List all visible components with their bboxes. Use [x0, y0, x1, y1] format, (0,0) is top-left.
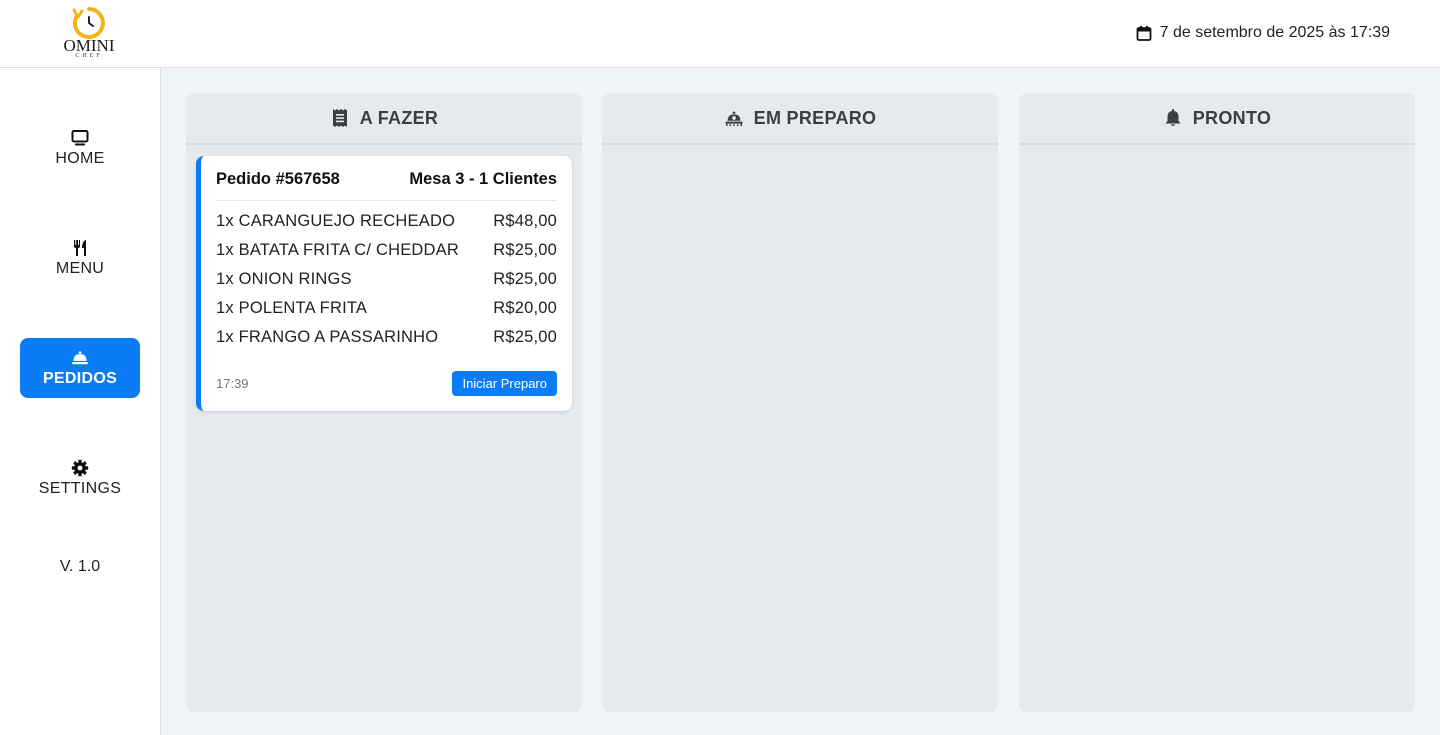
nav-home[interactable]: HOME	[20, 118, 140, 178]
column-header-a-fazer: A FAZER	[186, 93, 582, 145]
nav-home-label: HOME	[55, 149, 105, 167]
gear-icon	[71, 459, 89, 476]
utensils-icon	[74, 239, 86, 256]
omini-chef-logo[interactable]: OMINI CHEF	[58, 6, 120, 62]
nav-menu-label: MENU	[55, 259, 105, 277]
column-header-em-preparo: EM PREPARO	[602, 93, 998, 145]
column-title: A FAZER	[359, 107, 439, 128]
nav-settings[interactable]: SETTINGS	[20, 448, 140, 508]
order-card-header: Pedido #567658 Mesa 3 - 1 Clientes	[216, 170, 557, 201]
order-number: Pedido #567658	[216, 170, 340, 188]
item-name: 1x BATATA FRITA C/ CHEDDAR	[216, 241, 459, 259]
clock-logo-icon	[72, 7, 105, 39]
logo-wordmark: OMINI	[63, 36, 115, 55]
nav-pedidos[interactable]: PEDIDOS	[20, 338, 140, 398]
datetime-text: 7 de setembro de 2025 às 17:39	[1159, 24, 1390, 41]
item-name: 1x POLENTA FRITA	[216, 299, 368, 317]
column-em-preparo: EM PREPARO	[602, 93, 998, 712]
bell-icon	[1165, 109, 1181, 126]
column-a-fazer: A FAZER Pedido #567658 Mesa 3 - 1 Client…	[186, 93, 582, 712]
bell-concierge-icon	[72, 351, 88, 364]
item-price: R$20,00	[493, 299, 557, 317]
sidebar: HOME MENU PEDIDOS SETTINGS V. 1.0	[0, 68, 161, 735]
nav-settings-label: SETTINGS	[38, 479, 122, 497]
receipt-icon	[332, 109, 347, 127]
item-price: R$25,00	[493, 270, 557, 288]
column-title: EM PREPARO	[753, 107, 877, 128]
chef-cooking-icon	[725, 111, 743, 127]
order-card[interactable]: Pedido #567658 Mesa 3 - 1 Clientes 1x CA…	[196, 156, 572, 411]
order-item: 1x CARANGUEJO RECHEADO R$48,00	[216, 212, 557, 241]
monitor-icon	[71, 129, 89, 145]
item-price: R$25,00	[493, 328, 557, 346]
order-card-footer: 17:39 Iniciar Preparo	[216, 371, 557, 396]
item-price: R$48,00	[493, 212, 557, 230]
order-item: 1x BATATA FRITA C/ CHEDDAR R$25,00	[216, 241, 557, 270]
item-price: R$25,00	[493, 241, 557, 259]
column-pronto: PRONTO	[1019, 93, 1415, 712]
order-items: 1x CARANGUEJO RECHEADO R$48,00 1x BATATA…	[216, 212, 557, 357]
current-datetime: 7 de setembro de 2025 às 17:39	[1136, 22, 1390, 44]
item-name: 1x ONION RINGS	[216, 270, 352, 288]
column-title: PRONTO	[1192, 107, 1272, 128]
app-version: V. 1.0	[59, 558, 101, 575]
order-item: 1x FRANGO A PASSARINHO R$25,00	[216, 328, 557, 357]
order-item: 1x POLENTA FRITA R$20,00	[216, 299, 557, 328]
nav-menu[interactable]: MENU	[20, 228, 140, 288]
item-name: 1x CARANGUEJO RECHEADO	[216, 212, 456, 230]
order-item: 1x ONION RINGS R$25,00	[216, 270, 557, 299]
top-bar: OMINI CHEF 7 de setembro de 2025 às 17:3…	[0, 0, 1440, 68]
order-table: Mesa 3 - 1 Clientes	[409, 170, 557, 188]
item-name: 1x FRANGO A PASSARINHO	[216, 328, 439, 346]
start-preparation-button[interactable]: Iniciar Preparo	[452, 371, 557, 396]
nav-pedidos-label: PEDIDOS	[42, 369, 118, 387]
column-header-pronto: PRONTO	[1019, 93, 1415, 145]
calendar-icon	[1136, 25, 1152, 41]
logo-subtitle: CHEF	[75, 53, 103, 59]
order-time: 17:39	[216, 376, 249, 391]
